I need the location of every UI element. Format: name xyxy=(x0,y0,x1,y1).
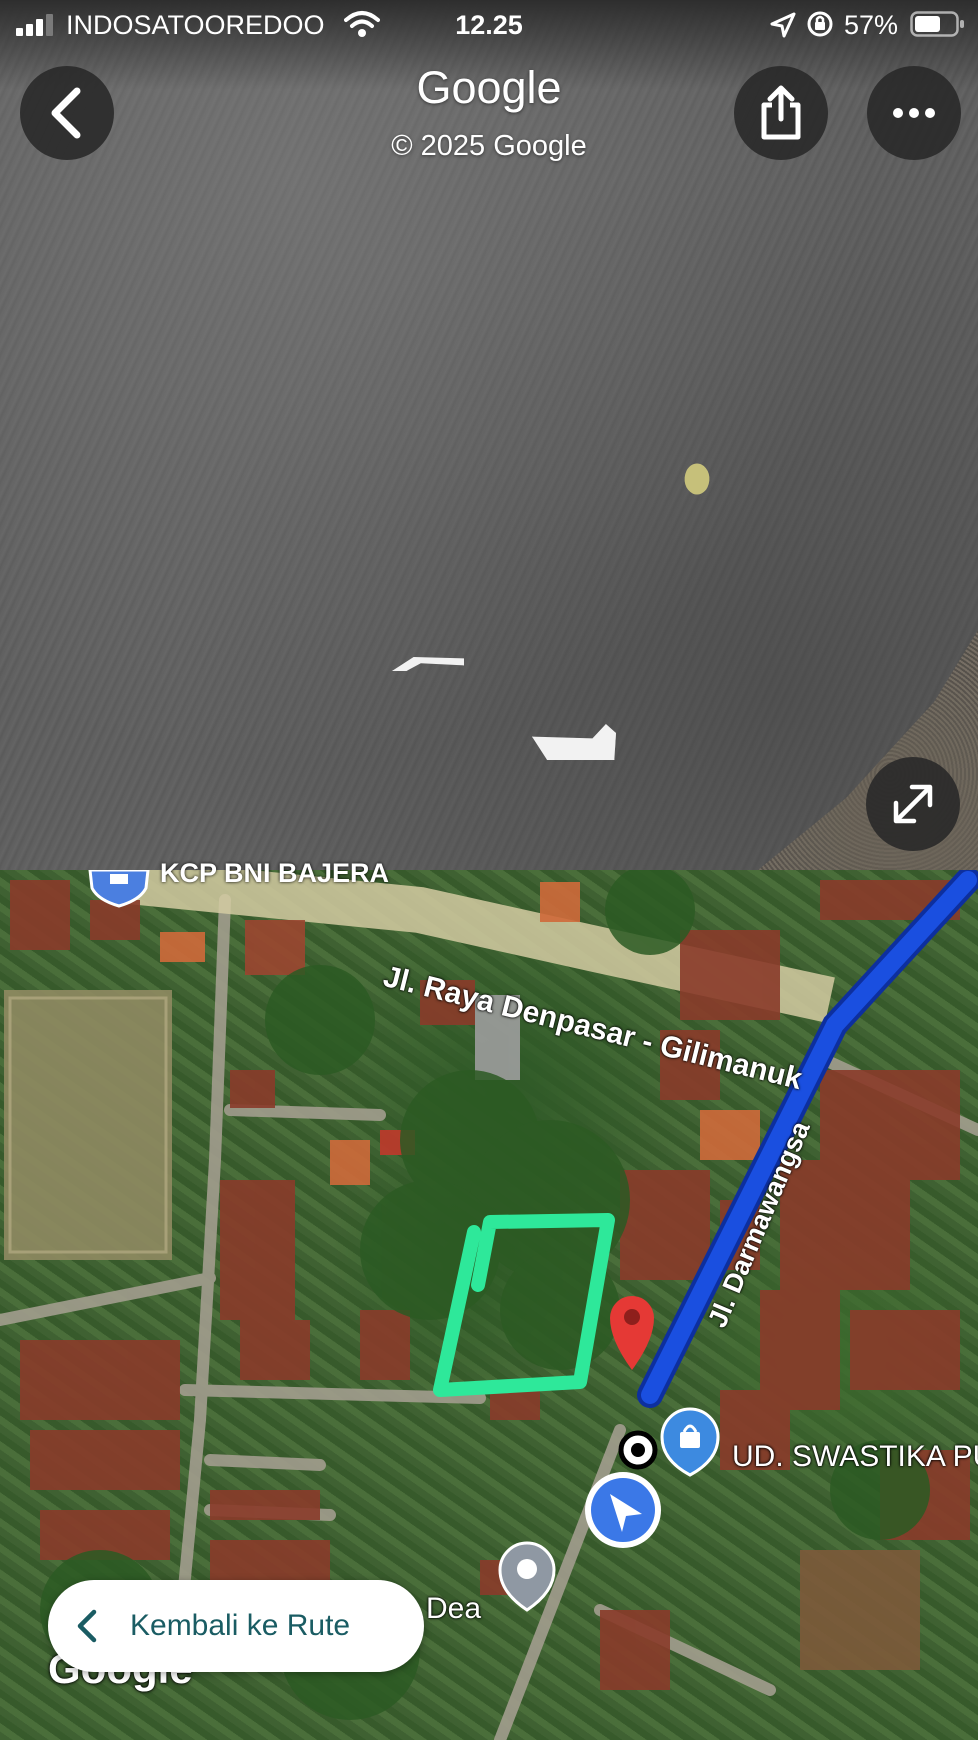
poi-label-bni[interactable]: KCP BNI BAJERA xyxy=(160,858,389,889)
share-button[interactable] xyxy=(734,66,828,160)
street-view-title: Google xyxy=(416,62,562,113)
status-bar: INDOSATOOREDOO 12.25 57% xyxy=(0,0,978,50)
street-view-leaf xyxy=(678,459,716,499)
back-to-route-button[interactable]: Kembali ke Rute xyxy=(48,1580,424,1672)
screen: Google © 2025 Google INDOSATOOREDOO 12.2… xyxy=(0,0,978,1740)
street-view-nav-arrow-forward[interactable] xyxy=(532,724,616,760)
poi-label-dea[interactable]: Dea xyxy=(426,1592,481,1626)
more-horizontal-icon xyxy=(893,108,935,118)
orientation-lock-icon xyxy=(807,11,833,37)
chevron-left-icon xyxy=(77,1609,97,1643)
share-icon xyxy=(761,85,801,140)
back-to-route-label: Kembali ke Rute xyxy=(130,1609,351,1642)
expand-button[interactable] xyxy=(866,757,960,851)
location-arrow-icon xyxy=(770,12,796,38)
place-pin-icon[interactable] xyxy=(498,1541,556,1612)
street-view-nav-arrow-back[interactable] xyxy=(392,657,464,671)
expand-icon xyxy=(893,784,933,824)
street-view-panel[interactable]: Google © 2025 Google xyxy=(0,0,978,870)
shopping-bag-pin-icon[interactable] xyxy=(660,1407,720,1477)
street-view-copyright: © 2025 Google xyxy=(391,130,587,162)
current-location-icon[interactable] xyxy=(585,1472,661,1548)
battery-percentage: 57% xyxy=(844,10,899,40)
back-button[interactable] xyxy=(20,66,114,160)
more-options-button[interactable] xyxy=(867,66,961,160)
chevron-left-icon xyxy=(51,87,81,139)
battery-icon xyxy=(910,11,964,37)
poi-label-swastika[interactable]: UD. SWASTIKA PU xyxy=(732,1440,978,1474)
sports-field xyxy=(4,990,172,1260)
